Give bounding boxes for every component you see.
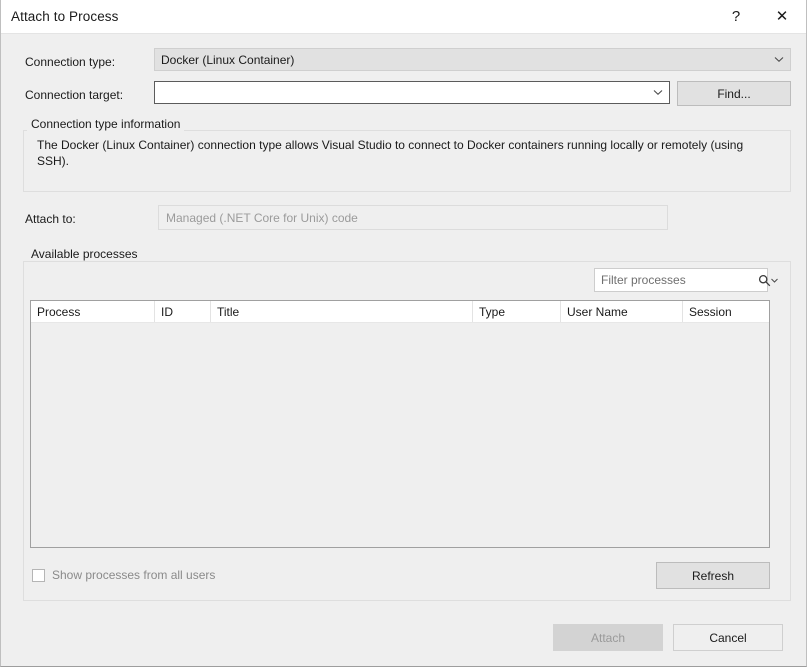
cancel-button[interactable]: Cancel: [673, 624, 783, 651]
connection-target-dropdown[interactable]: [154, 81, 670, 104]
title-bar: Attach to Process ? ✕: [1, 0, 806, 34]
attach-to-value: Managed (.NET Core for Unix) code: [166, 211, 358, 225]
process-list[interactable]: ProcessIDTitleTypeUser NameSession: [30, 300, 770, 548]
connection-info-text: The Docker (Linux Container) connection …: [37, 137, 777, 169]
chevron-down-icon[interactable]: [771, 278, 781, 283]
available-processes-group-label: Available processes: [27, 247, 142, 261]
filter-processes-box[interactable]: [594, 268, 768, 292]
attach-to-label: Attach to:: [25, 212, 76, 226]
connection-info-group-label: Connection type information: [27, 117, 184, 131]
help-button[interactable]: ?: [713, 0, 759, 32]
chevron-down-icon: [647, 89, 669, 96]
attach-to-process-dialog: Attach to Process ? ✕ Connection type: D…: [0, 0, 807, 667]
attach-to-value-field[interactable]: Managed (.NET Core for Unix) code: [158, 205, 668, 230]
search-icon[interactable]: [758, 274, 771, 287]
close-icon: ✕: [776, 9, 789, 24]
connection-type-dropdown[interactable]: Docker (Linux Container): [154, 48, 791, 71]
column-header-id[interactable]: ID: [155, 301, 211, 322]
column-header-session[interactable]: Session: [683, 301, 769, 322]
show-all-users-label: Show processes from all users: [52, 568, 215, 582]
connection-type-value: Docker (Linux Container): [155, 53, 768, 67]
column-header-process[interactable]: Process: [31, 301, 155, 322]
show-all-users-row[interactable]: Show processes from all users: [32, 568, 215, 582]
chevron-down-icon: [768, 56, 790, 63]
attach-button[interactable]: Attach: [553, 624, 663, 651]
column-header-type[interactable]: Type: [473, 301, 561, 322]
question-mark-icon: ?: [732, 9, 740, 24]
process-list-body[interactable]: [31, 323, 769, 547]
connection-target-label: Connection target:: [25, 88, 123, 102]
column-header-title[interactable]: Title: [211, 301, 473, 322]
process-list-header: ProcessIDTitleTypeUser NameSession: [31, 301, 769, 323]
connection-type-label: Connection type:: [25, 55, 115, 69]
refresh-button[interactable]: Refresh: [656, 562, 770, 589]
find-button[interactable]: Find...: [677, 81, 791, 106]
dialog-title: Attach to Process: [11, 9, 119, 24]
column-header-user-name[interactable]: User Name: [561, 301, 683, 322]
close-button[interactable]: ✕: [759, 0, 805, 32]
filter-processes-input[interactable]: [595, 269, 758, 291]
show-all-users-checkbox[interactable]: [32, 569, 45, 582]
